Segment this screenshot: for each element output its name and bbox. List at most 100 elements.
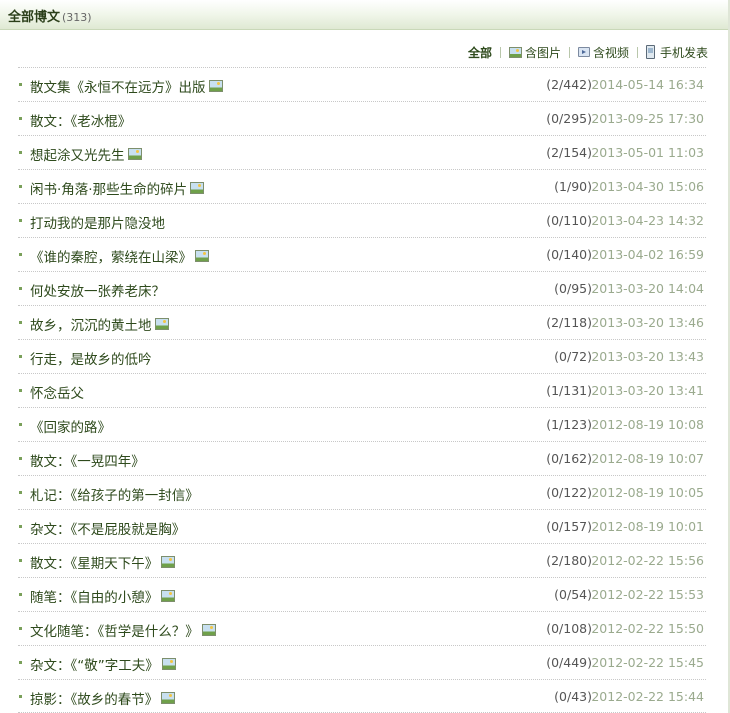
post-title-link[interactable]: 何处安放一张养老床？: [30, 280, 165, 300]
bullet-icon: [19, 321, 22, 324]
filter-pictures-label: 含图片: [524, 45, 561, 60]
post-row: 打动我的是那片隐没地 (0/110) 2013-04-23 14:32: [18, 203, 706, 237]
post-row: 文化随笔：《哲学是什么？》 (0/108) 2012-02-22 15:50: [18, 611, 706, 645]
picture-icon: [127, 148, 142, 160]
comment-view-count: (0/449): [546, 655, 592, 670]
picture-icon: [190, 182, 205, 194]
post-title-link[interactable]: 闲书·角落·那些生命的碎片: [30, 178, 207, 198]
filter-mobile-label: 手机发表: [659, 45, 708, 60]
filter-divider: [636, 46, 638, 58]
picture-icon: [201, 624, 216, 636]
filter-mobile-link[interactable]: 手机发表: [645, 44, 708, 61]
picture-icon: [161, 692, 176, 704]
post-title-text: 何处安放一张养老床？: [30, 284, 165, 300]
post-row: 散文：《老冰棍》 (0/295) 2013-09-25 17:30: [18, 101, 706, 135]
post-date: 2012-02-22 15:45: [591, 655, 704, 670]
post-title-link[interactable]: 怀念岳父: [30, 382, 84, 402]
post-title-text: 《回家的路》: [30, 420, 111, 436]
post-title-text: 怀念岳父: [30, 386, 84, 402]
post-row: 《回家的路》 (1/123) 2012-08-19 10:08: [18, 407, 706, 441]
post-title-link[interactable]: 随笔：《自由的小憩》: [30, 586, 178, 606]
post-title-link[interactable]: 《回家的路》: [30, 416, 111, 436]
post-date: 2012-08-19 10:08: [591, 417, 704, 432]
bullet-icon: [19, 185, 22, 188]
post-title-text: 散文：《一晃四年》: [30, 454, 145, 470]
post-row: 《谁的秦腔，萦绕在山梁》 (0/140) 2013-04-02 16:59: [18, 237, 706, 271]
post-title-link[interactable]: 文化随笔：《哲学是什么？》: [30, 620, 219, 640]
bullet-icon: [19, 559, 22, 562]
post-row: 何处安放一张养老床？ (0/95) 2013-03-20 14:04: [18, 271, 706, 305]
post-row: 掠影：《故乡的春节》 (0/43) 2012-02-22 15:44: [18, 679, 706, 713]
post-title-text: 闲书·角落·那些生命的碎片: [30, 182, 188, 198]
post-title-link[interactable]: 札记：《给孩子的第一封信》: [30, 484, 199, 504]
mobile-phone-icon: [645, 45, 655, 59]
comment-view-count: (0/295): [546, 111, 592, 126]
video-icon: [577, 47, 590, 57]
filter-divider: [499, 46, 501, 58]
post-date: 2013-09-25 17:30: [591, 111, 704, 126]
filter-video-link[interactable]: 含视频: [577, 44, 629, 61]
picture-icon: [161, 590, 176, 602]
post-title-link[interactable]: 杂文：《不是屁股就是胸》: [30, 518, 185, 538]
picture-icon: [195, 250, 209, 262]
post-title-link[interactable]: 散文集《永恒不在远方》出版: [30, 76, 226, 96]
post-date: 2012-02-22 15:56: [591, 553, 704, 568]
post-date: 2013-05-01 11:03: [591, 145, 704, 160]
bullet-icon: [19, 627, 22, 630]
comment-view-count: (0/140): [546, 247, 592, 262]
bullet-icon: [19, 593, 22, 596]
section-header: 全部博文 (313): [0, 0, 730, 30]
post-title-link[interactable]: 杂文：《“敬”字工夫》: [30, 654, 179, 674]
comment-view-count: (0/95): [554, 281, 592, 296]
post-title-link[interactable]: 散文：《老冰棍》: [30, 110, 131, 130]
post-date: 2013-04-30 15:06: [591, 179, 704, 194]
filter-video-label: 含视频: [592, 45, 629, 60]
comment-view-count: (0/108): [546, 621, 592, 636]
post-title-link[interactable]: 想起涂又光先生: [30, 144, 145, 164]
post-title-text: 《谁的秦腔，萦绕在山梁》: [30, 250, 192, 266]
post-row: 杂文：《“敬”字工夫》 (0/449) 2012-02-22 15:45: [18, 645, 706, 679]
post-row: 想起涂又光先生 (2/154) 2013-05-01 11:03: [18, 135, 706, 169]
post-title-text: 打动我的是那片隐没地: [30, 216, 165, 232]
post-row: 杂文：《不是屁股就是胸》 (0/157) 2012-08-19 10:01: [18, 509, 706, 543]
post-title-link[interactable]: 故乡，沉沉的黄土地: [30, 314, 172, 334]
bullet-icon: [19, 287, 22, 290]
post-date: 2013-04-23 14:32: [591, 213, 704, 228]
post-title-link[interactable]: 打动我的是那片隐没地: [30, 212, 165, 232]
post-title-link[interactable]: 散文：《一晃四年》: [30, 450, 145, 470]
bullet-icon: [19, 661, 22, 664]
post-title-text: 故乡，沉沉的黄土地: [30, 318, 152, 334]
post-title-text: 想起涂又光先生: [30, 148, 125, 164]
comment-view-count: (0/157): [546, 519, 592, 534]
comment-view-count: (0/110): [546, 213, 592, 228]
bullet-icon: [19, 525, 22, 528]
post-title-text: 札记：《给孩子的第一封信》: [30, 488, 199, 504]
post-title-link[interactable]: 散文：《星期天下午》: [30, 552, 178, 572]
post-date: 2012-02-22 15:44: [591, 689, 704, 704]
post-title-link[interactable]: 行走，是故乡的低吟: [30, 348, 152, 368]
post-title-link[interactable]: 掠影：《故乡的春节》: [30, 688, 178, 708]
comment-view-count: (2/442): [546, 77, 592, 92]
post-date: 2012-02-22 15:50: [591, 621, 704, 636]
post-title-text: 杂文：《不是屁股就是胸》: [30, 522, 186, 538]
picture-icon: [161, 658, 176, 670]
post-title-text: 随笔：《自由的小憩》: [30, 590, 159, 606]
comment-view-count: (0/122): [546, 485, 592, 500]
comment-view-count: (2/118): [546, 315, 592, 330]
post-date: 2012-08-19 10:07: [591, 451, 704, 466]
comment-view-count: (0/54): [554, 587, 592, 602]
picture-icon: [508, 46, 522, 58]
post-row: 散文：《星期天下午》 (2/180) 2012-02-22 15:56: [18, 543, 706, 577]
post-date: 2013-03-20 13:41: [591, 383, 704, 398]
post-title-text: 散文集《永恒不在远方》出版: [30, 80, 206, 96]
post-row: 故乡，沉沉的黄土地 (2/118) 2013-03-20 13:46: [18, 305, 706, 339]
post-title-text: 文化随笔：《哲学是什么？》: [30, 624, 199, 640]
bullet-icon: [19, 389, 22, 392]
picture-icon: [208, 80, 223, 92]
bullet-icon: [19, 491, 22, 494]
filter-pictures-link[interactable]: 含图片: [508, 44, 561, 61]
comment-view-count: (1/90): [554, 179, 592, 194]
post-title-link[interactable]: 《谁的秦腔，萦绕在山梁》: [30, 246, 212, 266]
filter-all-link[interactable]: 全部: [468, 44, 492, 61]
filter-bar: 全部 含图片 含视频 手机发表: [468, 43, 708, 61]
